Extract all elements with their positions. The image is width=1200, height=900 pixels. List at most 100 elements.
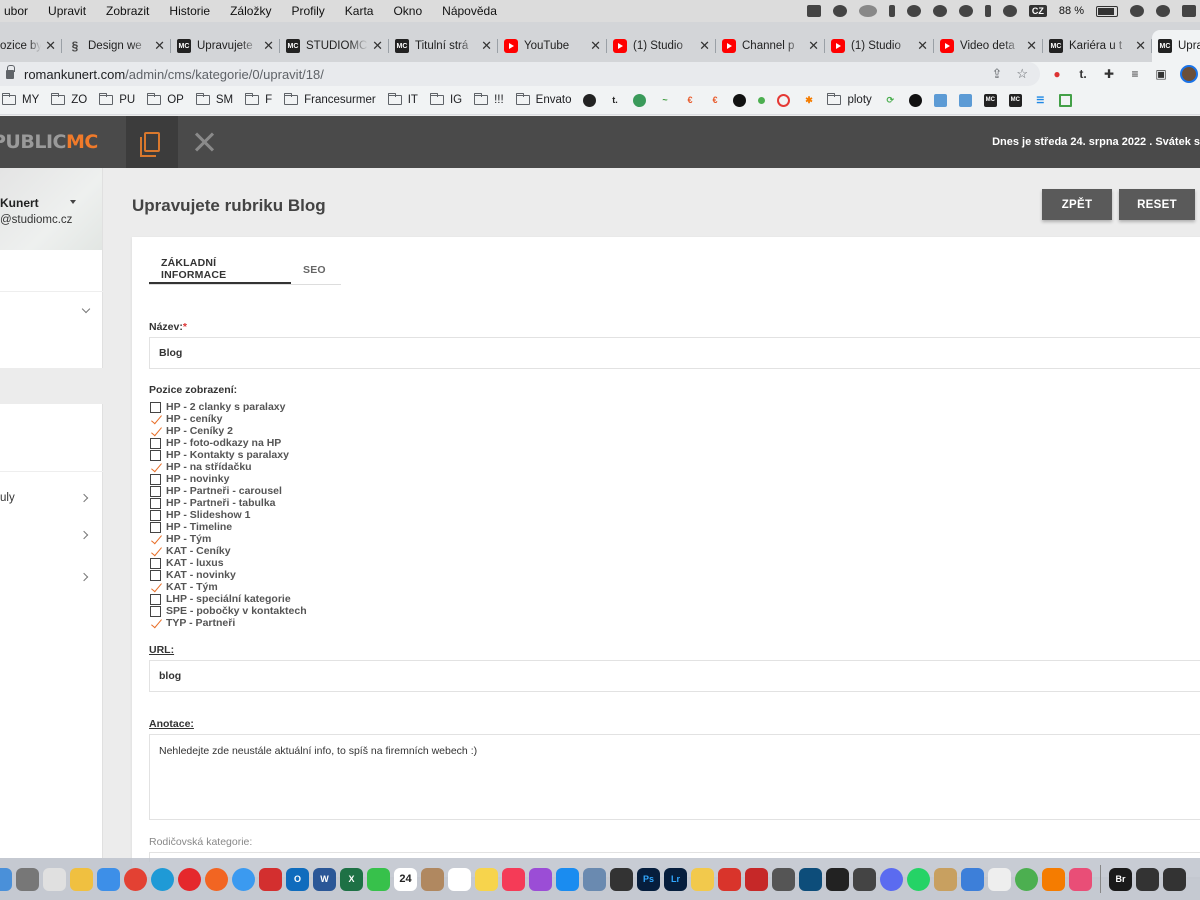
bookmark-euro-icon[interactable]: € <box>683 94 696 107</box>
position-checkbox[interactable]: HP - Tým <box>150 533 307 545</box>
browser-tab[interactable]: Video deta ✕ <box>934 30 1043 62</box>
mail-icon[interactable] <box>97 867 120 891</box>
checkbox-icon[interactable] <box>150 401 161 413</box>
checkbox-icon[interactable] <box>150 437 161 449</box>
position-checkbox[interactable]: HP - Slideshow 1 <box>150 509 307 521</box>
position-checkbox[interactable]: KAT - Ceníky <box>150 545 307 557</box>
url-field[interactable]: romankunert.com/admin/cms/kategorie/0/up… <box>0 62 1040 86</box>
checkmark-icon[interactable] <box>150 414 161 425</box>
menu-item-window[interactable]: Okno <box>393 4 422 18</box>
podcasts-icon[interactable] <box>529 867 552 891</box>
input-source-badge[interactable]: CZ <box>1028 5 1047 17</box>
tab-seo[interactable]: SEO <box>291 256 341 284</box>
close-icon[interactable]: ✕ <box>263 38 274 54</box>
menu-item-profiles[interactable]: Profily <box>291 4 324 18</box>
bookmark-dot-icon[interactable] <box>733 93 747 107</box>
bookmark-folder[interactable]: PU <box>99 93 135 106</box>
app-icon[interactable] <box>772 867 795 891</box>
sidebar-item[interactable] <box>0 291 103 327</box>
lightroom-icon[interactable]: Lr <box>664 867 687 891</box>
bookmark-green-icon[interactable] <box>633 93 647 107</box>
github-icon[interactable] <box>908 93 922 107</box>
checkbox-icon[interactable] <box>150 509 161 521</box>
bookmark-t-icon[interactable]: t. <box>608 94 621 107</box>
bookmark-folder[interactable]: OP <box>147 93 184 106</box>
bookmark-folder[interactable]: IG <box>429 93 462 106</box>
bookmark-euro-icon[interactable]: € <box>708 94 721 107</box>
app-icon[interactable] <box>745 867 768 891</box>
app-icon[interactable] <box>1069 867 1092 891</box>
bookmark-expand-icon[interactable] <box>1058 93 1072 107</box>
firefox-icon[interactable] <box>205 867 228 891</box>
messenger-icon[interactable] <box>880 867 903 891</box>
bookmark-folder[interactable]: F <box>245 93 272 106</box>
close-icon[interactable]: ✕ <box>590 38 601 54</box>
app-icon[interactable] <box>1136 867 1159 891</box>
bookmark-ring-icon[interactable] <box>777 93 791 107</box>
position-checkbox[interactable]: HP - 2 clanky s paralaxy <box>150 401 307 413</box>
messages-icon[interactable] <box>367 867 390 891</box>
checkmark-icon[interactable] <box>150 582 161 593</box>
annotation-textarea[interactable]: Nehledejte zde neustále aktuální info, t… <box>149 734 1200 820</box>
checkbox-icon[interactable] <box>150 497 161 509</box>
app-icon[interactable] <box>826 867 849 891</box>
name-input[interactable]: Blog <box>149 337 1200 369</box>
star-icon[interactable]: ☆ <box>1016 66 1028 82</box>
close-icon[interactable]: ✕ <box>917 38 928 54</box>
browser-tab[interactable]: MC Kariéra u t ✕ <box>1043 30 1152 62</box>
position-checkbox[interactable]: HP - ceníky <box>150 413 307 425</box>
position-checkbox[interactable]: HP - Kontakty s paralaxy <box>150 449 307 461</box>
bookmark-folder[interactable]: Envato <box>515 93 571 106</box>
position-checkbox[interactable]: LHP - speciální kategorie <box>150 593 307 605</box>
checkmark-icon[interactable] <box>150 546 161 557</box>
checkbox-icon[interactable] <box>150 521 161 533</box>
menu-item-file[interactable]: ubor <box>4 4 28 18</box>
bookmark-dot-icon[interactable] <box>758 96 766 104</box>
user-icon[interactable] <box>1002 5 1017 17</box>
puzzle-icon[interactable]: ✚ <box>1102 67 1116 81</box>
launchpad-icon[interactable] <box>43 867 66 891</box>
position-checkbox[interactable]: TYP - Partneři <box>150 617 307 629</box>
excel-icon[interactable]: X <box>340 867 363 891</box>
menu-item-tab[interactable]: Karta <box>345 4 374 18</box>
sidebar-item[interactable]: uly <box>0 471 103 504</box>
checkbox-icon[interactable] <box>150 485 161 497</box>
wifi-icon[interactable] <box>1130 5 1144 17</box>
mc-icon[interactable]: MC <box>983 93 997 107</box>
close-icon[interactable]: ✕ <box>481 38 492 54</box>
bluetooth-icon[interactable] <box>984 5 991 17</box>
browser-tab[interactable]: MC Titulní strá ✕ <box>389 30 498 62</box>
notes-icon[interactable] <box>475 867 498 891</box>
close-icon[interactable]: ✕ <box>1135 38 1146 54</box>
checkbox-icon[interactable] <box>150 449 161 461</box>
browser-tab[interactable]: YouTube ✕ <box>498 30 607 62</box>
browser-tab[interactable]: ozice by ✕ <box>0 30 62 62</box>
browser-tab[interactable]: (1) Studio ✕ <box>825 30 934 62</box>
menu-item-view[interactable]: Zobrazit <box>106 4 149 18</box>
bookmark-sync-icon[interactable]: ⟳ <box>884 94 897 107</box>
app-icon[interactable] <box>718 867 741 891</box>
position-checkbox[interactable]: KAT - luxus <box>150 557 307 569</box>
app-icon[interactable] <box>799 867 822 891</box>
close-icon[interactable]: ✕ <box>154 38 165 54</box>
utorrent-icon[interactable] <box>1015 867 1038 891</box>
bookmark-folder[interactable]: !!! <box>474 93 504 106</box>
globe-icon[interactable] <box>583 93 597 107</box>
checkbox-icon[interactable] <box>150 605 161 617</box>
app-icon[interactable] <box>961 867 984 891</box>
caret-down-icon[interactable] <box>70 200 76 204</box>
position-checkbox[interactable]: KAT - Tým <box>150 581 307 593</box>
screen-icon[interactable] <box>806 5 821 17</box>
user-box[interactable]: Kunert @studiomc.cz <box>0 168 102 250</box>
share-icon[interactable]: ⇪ <box>991 66 1002 82</box>
photos-icon[interactable] <box>70 867 93 891</box>
finder-icon[interactable] <box>0 867 12 891</box>
browser-tab-active[interactable]: MCUpravuje <box>1152 30 1200 62</box>
browser-tab[interactable]: MC Upravujete ✕ <box>171 30 280 62</box>
close-icon[interactable]: ✕ <box>372 38 383 54</box>
edge-icon[interactable] <box>151 867 174 891</box>
browser-tab[interactable]: (1) Studio ✕ <box>607 30 716 62</box>
moon-icon[interactable] <box>932 5 947 17</box>
app-icon[interactable] <box>691 867 714 891</box>
position-checkbox[interactable]: SPE - pobočky v kontaktech <box>150 605 307 617</box>
